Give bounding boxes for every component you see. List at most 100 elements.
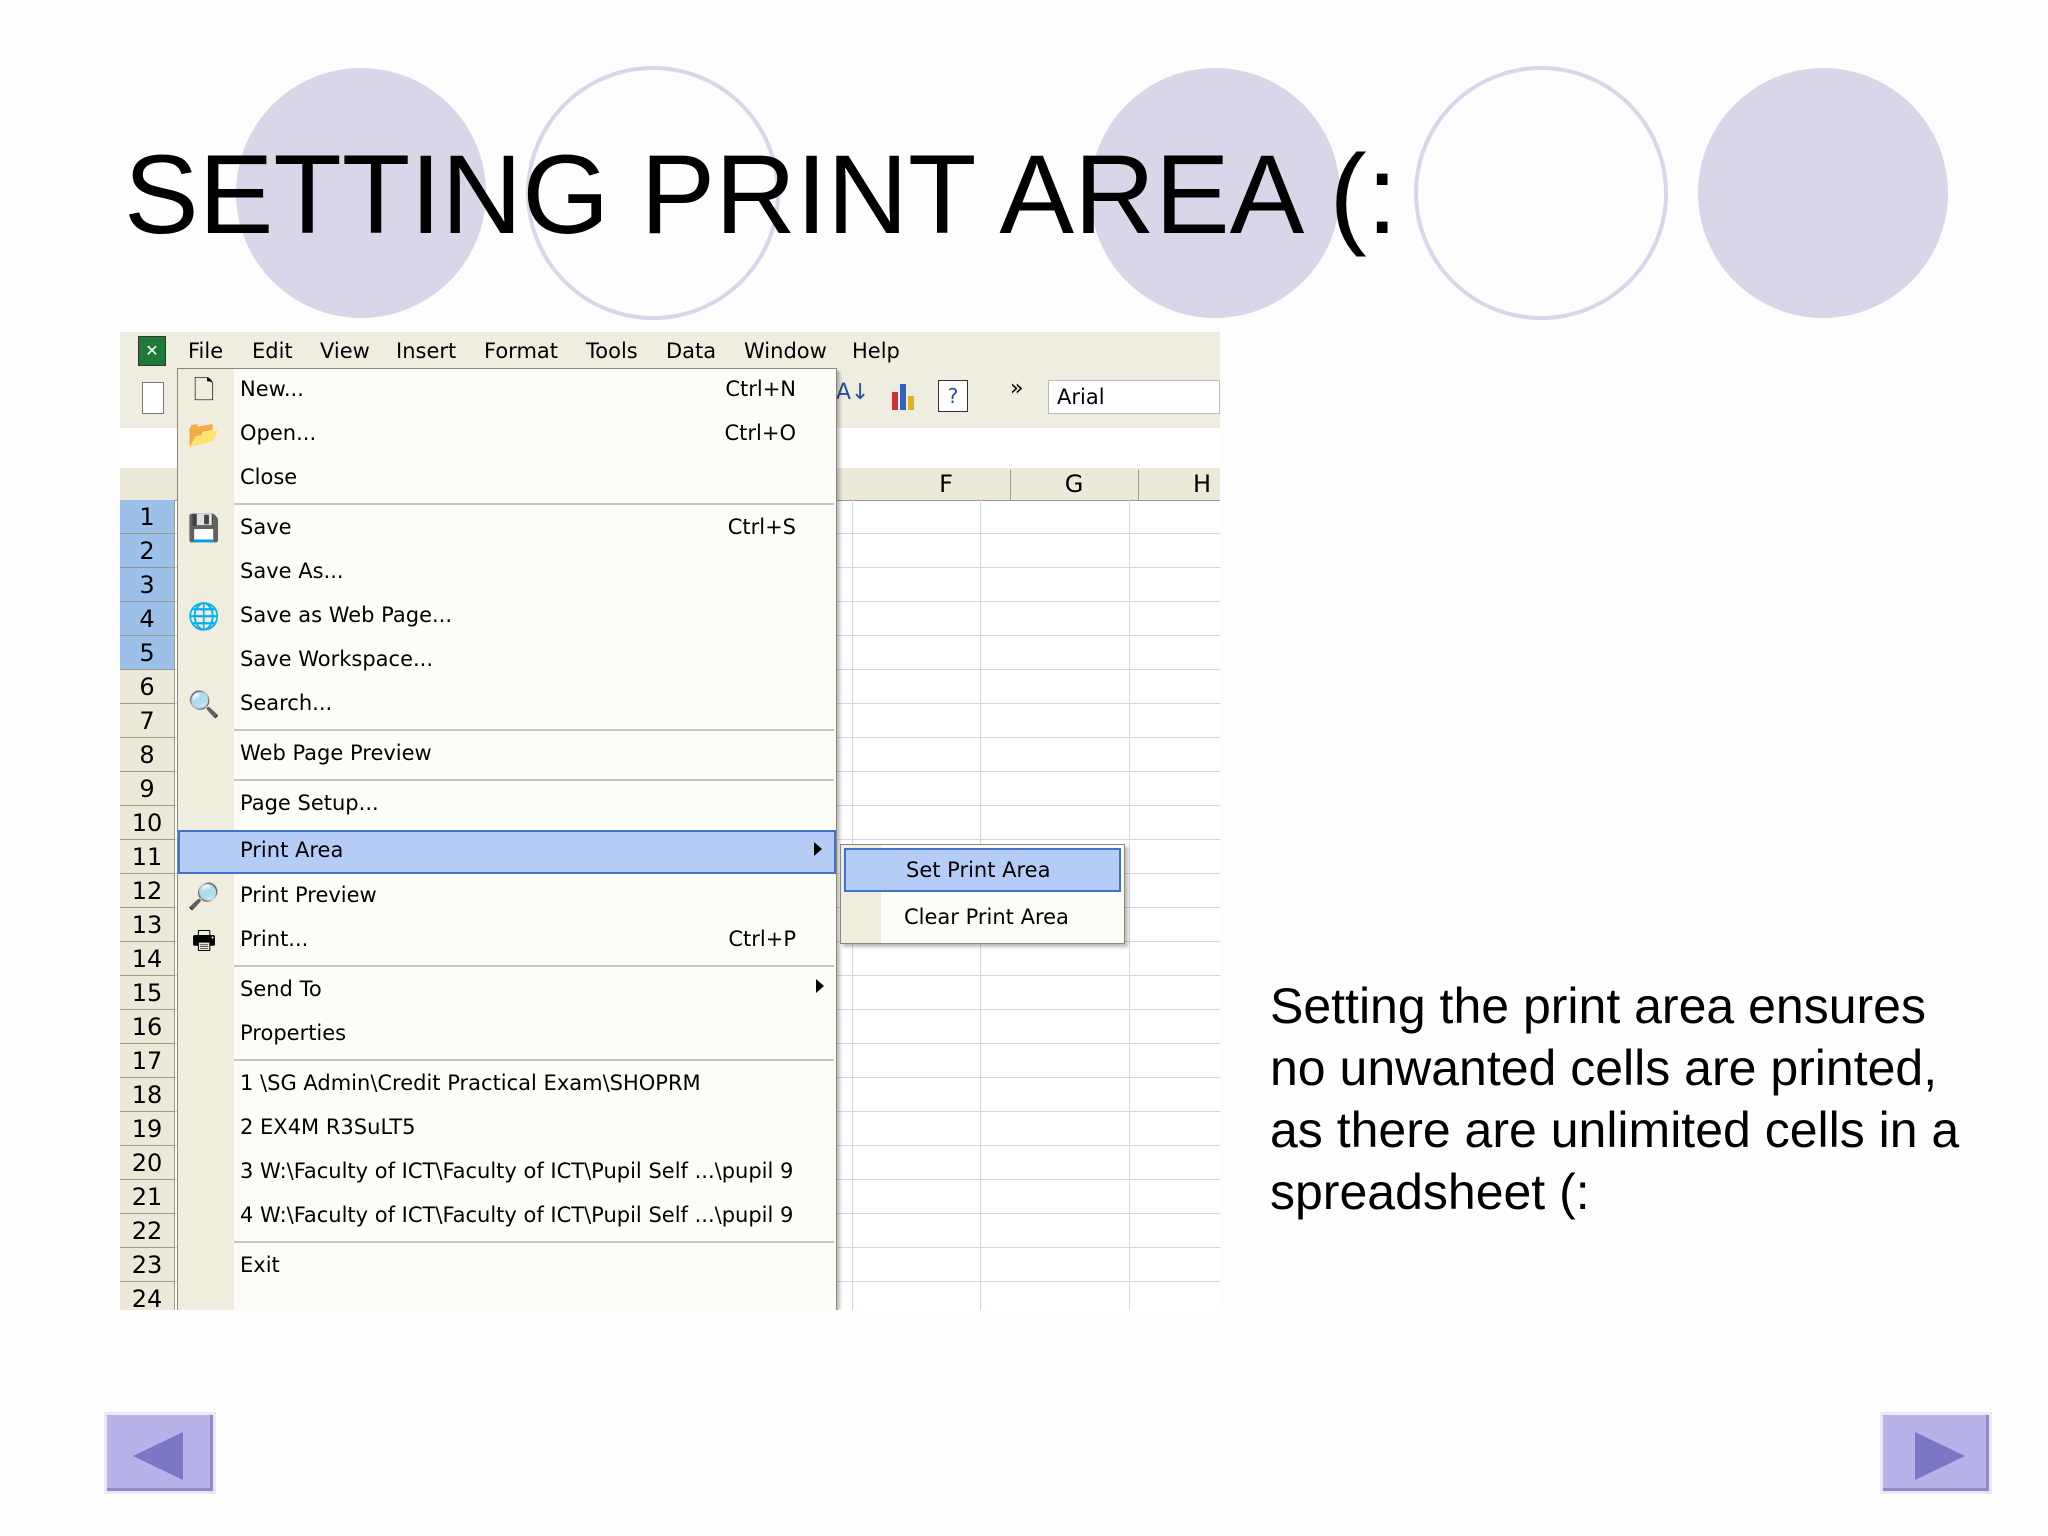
row-header[interactable]: 22 <box>120 1214 174 1248</box>
row-header[interactable]: 13 <box>120 908 174 942</box>
menu-item-print-preview[interactable]: 🔎 Print Preview <box>178 875 836 919</box>
menu-window[interactable]: Window <box>744 339 827 363</box>
submenu-item-label: Clear Print Area <box>904 905 1069 929</box>
column-header-f[interactable]: F <box>882 470 1011 500</box>
menu-item-label: Exit <box>240 1253 280 1277</box>
menu-item-print-area[interactable]: Print Area <box>178 830 836 874</box>
menu-item-label: Open... <box>240 421 317 445</box>
menu-item-recent-4[interactable]: 4 W:\Faculty of ICT\Faculty of ICT\Pupil… <box>178 1195 836 1239</box>
print-preview-icon: 🔎 <box>187 882 221 912</box>
menu-insert[interactable]: Insert <box>396 339 456 363</box>
new-document-icon[interactable] <box>142 382 164 414</box>
row-header[interactable]: 8 <box>120 738 174 772</box>
row-header[interactable]: 7 <box>120 704 174 738</box>
submenu-arrow-icon <box>814 842 822 856</box>
menu-item-label: Search... <box>240 691 333 715</box>
printer-icon: 🖶 <box>191 926 217 956</box>
menu-item-recent-3[interactable]: 3 W:\Faculty of ICT\Faculty of ICT\Pupil… <box>178 1151 836 1195</box>
submenu-item-set-print-area[interactable]: Set Print Area <box>844 848 1121 892</box>
menu-separator <box>234 503 834 505</box>
row-header[interactable]: 17 <box>120 1044 174 1078</box>
menu-item-label: Page Setup... <box>240 791 379 815</box>
menu-item-label: 4 W:\Faculty of ICT\Faculty of ICT\Pupil… <box>240 1203 794 1227</box>
sort-icon[interactable]: A↓ <box>836 380 869 405</box>
row-header[interactable]: 10 <box>120 806 174 840</box>
menu-file[interactable]: File <box>188 339 223 363</box>
menu-item-shortcut: Ctrl+P <box>728 927 796 951</box>
row-header[interactable]: 18 <box>120 1078 174 1112</box>
toolbar-overflow-icon[interactable]: » <box>1010 376 1023 401</box>
font-name-field[interactable]: Arial <box>1048 380 1220 414</box>
row-header[interactable]: 15 <box>120 976 174 1010</box>
file-menu: 🗋 New... Ctrl+N 📂 Open... Ctrl+O Close 💾… <box>177 368 837 1310</box>
row-header[interactable]: 9 <box>120 772 174 806</box>
help-icon[interactable]: ? <box>938 380 968 412</box>
slide-body-text: Setting the print area ensures no unwant… <box>1270 978 1960 1220</box>
row-header[interactable]: 2 <box>120 534 174 568</box>
menu-item-recent-2[interactable]: 2 EX4M R3SuLT5 <box>178 1107 836 1151</box>
submenu-arrow-icon <box>816 979 824 993</box>
menu-format[interactable]: Format <box>484 339 558 363</box>
column-header-g[interactable]: G <box>1010 470 1139 500</box>
row-header[interactable]: 6 <box>120 670 174 704</box>
row-header[interactable]: 23 <box>120 1248 174 1282</box>
menu-item-web-page-preview[interactable]: Web Page Preview <box>178 733 836 777</box>
submenu-item-label: Set Print Area <box>906 858 1051 882</box>
row-header[interactable]: 16 <box>120 1010 174 1044</box>
menu-item-open[interactable]: 📂 Open... Ctrl+O <box>178 413 836 457</box>
menu-separator <box>234 779 834 781</box>
chart-wizard-icon[interactable] <box>890 380 920 412</box>
menu-item-send-to[interactable]: Send To <box>178 969 836 1013</box>
row-header[interactable]: 4 <box>120 602 174 636</box>
menu-item-label: Save <box>240 515 292 539</box>
row-header[interactable]: 21 <box>120 1180 174 1214</box>
excel-icon: ✕ <box>138 336 166 366</box>
row-header[interactable]: 5 <box>120 636 174 670</box>
row-header[interactable]: 11 <box>120 840 174 874</box>
menu-item-close[interactable]: Close <box>178 457 836 501</box>
menu-item-shortcut: Ctrl+O <box>724 421 797 445</box>
search-icon: 🔍 <box>187 690 221 720</box>
submenu-item-clear-print-area[interactable]: Clear Print Area <box>844 895 1121 939</box>
open-folder-icon: 📂 <box>187 420 221 450</box>
column-header-h[interactable]: H <box>1138 470 1220 500</box>
menu-item-save-workspace[interactable]: Save Workspace... <box>178 639 836 683</box>
menu-item-label: 1 \SG Admin\Credit Practical Exam\SHOPRM <box>240 1071 701 1095</box>
menu-item-page-setup[interactable]: Page Setup... <box>178 783 836 827</box>
row-header[interactable]: 20 <box>120 1146 174 1180</box>
arrow-left-icon <box>133 1432 183 1480</box>
menu-item-label: Save Workspace... <box>240 647 434 671</box>
deco-circle-5 <box>1698 68 1948 318</box>
row-header[interactable]: 19 <box>120 1112 174 1146</box>
row-header[interactable]: 3 <box>120 568 174 602</box>
row-header[interactable]: 1 <box>120 500 174 534</box>
menu-item-new[interactable]: 🗋 New... Ctrl+N <box>178 369 836 413</box>
menu-item-save-web-page[interactable]: 🌐 Save as Web Page... <box>178 595 836 639</box>
row-header[interactable]: 24 <box>120 1282 174 1310</box>
menu-item-search[interactable]: 🔍 Search... <box>178 683 836 727</box>
slide-title: SETTING PRINT AREA (: <box>124 132 1398 257</box>
menu-data[interactable]: Data <box>666 339 716 363</box>
menu-item-shortcut: Ctrl+N <box>725 377 796 401</box>
menu-item-save[interactable]: 💾 Save Ctrl+S <box>178 507 836 551</box>
menu-help[interactable]: Help <box>852 339 900 363</box>
row-header[interactable]: 12 <box>120 874 174 908</box>
menu-item-label: Print Preview <box>240 883 377 907</box>
arrow-right-icon <box>1915 1432 1965 1480</box>
menu-item-print[interactable]: 🖶 Print... Ctrl+P <box>178 919 836 963</box>
menu-item-save-as[interactable]: Save As... <box>178 551 836 595</box>
menu-item-exit[interactable]: Exit <box>178 1245 836 1289</box>
menu-edit[interactable]: Edit <box>252 339 293 363</box>
row-header[interactable]: 14 <box>120 942 174 976</box>
menu-item-label: New... <box>240 377 304 401</box>
menu-item-properties[interactable]: Properties <box>178 1013 836 1057</box>
next-slide-button[interactable] <box>1880 1412 1992 1494</box>
menu-separator <box>234 1059 834 1061</box>
menu-separator <box>234 1241 834 1243</box>
previous-slide-button[interactable] <box>104 1412 216 1494</box>
menu-separator <box>234 729 834 731</box>
menu-view[interactable]: View <box>320 339 370 363</box>
menu-tools[interactable]: Tools <box>586 339 638 363</box>
menu-item-recent-1[interactable]: 1 \SG Admin\Credit Practical Exam\SHOPRM <box>178 1063 836 1107</box>
new-document-icon: 🗋 <box>193 376 215 406</box>
